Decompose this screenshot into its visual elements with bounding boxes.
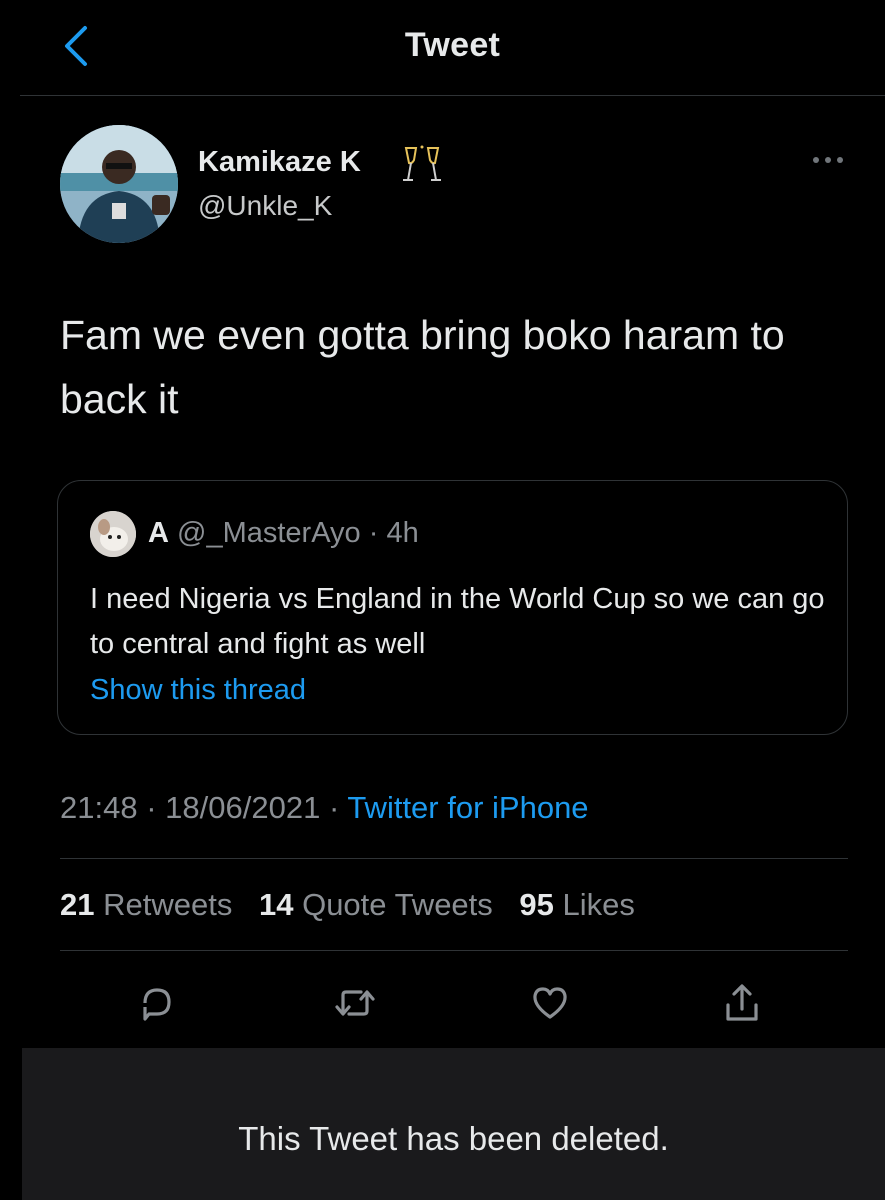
quote-header: A @_MasterAyo · 4h	[148, 517, 419, 550]
more-options-icon[interactable]	[806, 150, 850, 170]
like-icon	[533, 987, 567, 1019]
retweets-label: Retweets	[103, 887, 233, 922]
author-name[interactable]: Kamikaze K	[198, 146, 361, 179]
retweet-icon	[335, 990, 375, 1016]
avatar-photo	[60, 125, 178, 243]
page-title: Tweet	[404, 26, 501, 64]
deleted-tweet-banner: This Tweet has been deleted.	[22, 1048, 885, 1200]
tweet-source-link[interactable]: Twitter for iPhone	[347, 790, 588, 825]
divider	[60, 858, 848, 859]
meta-separator-2: ·	[328, 790, 340, 825]
show-thread-link[interactable]: Show this thread	[90, 674, 306, 707]
like-button[interactable]	[522, 975, 578, 1031]
share-icon	[726, 984, 758, 1021]
retweets-count: 21	[60, 887, 95, 922]
reply-button[interactable]	[129, 975, 185, 1031]
quote-author-name: A	[148, 517, 169, 549]
tweet-time: 21:48	[60, 790, 138, 825]
quote-author-handle: @_MasterAyo	[177, 517, 361, 549]
tweet-meta: 21:48 · 18/06/2021 · Twitter for iPhone	[60, 790, 589, 826]
quote-age: 4h	[386, 517, 419, 549]
deleted-tweet-message: This Tweet has been deleted.	[238, 1120, 669, 1157]
author-handle[interactable]: @Unkle_K	[198, 190, 332, 222]
retweets-stat[interactable]: 21 Retweets	[60, 887, 232, 922]
reply-icon	[143, 988, 171, 1021]
tweet-date: 18/06/2021	[165, 790, 321, 825]
likes-stat[interactable]: 95 Likes	[519, 887, 634, 922]
quote-tweets-stat[interactable]: 14 Quote Tweets	[259, 887, 493, 922]
meta-separator: ·	[146, 790, 157, 825]
quote-avatar-photo	[90, 511, 136, 557]
quote-author-avatar	[90, 511, 136, 557]
tweet-stats: 21 Retweets 14 Quote Tweets 95 Likes	[60, 887, 653, 923]
quote-separator: ·	[368, 517, 379, 549]
tweet-detail-screen: Tweet Kamikaze K @Unkle_K Fam we even go…	[0, 0, 885, 1200]
author-avatar[interactable]	[60, 125, 178, 243]
quote-tweets-label: Quote Tweets	[302, 887, 493, 922]
retweet-button[interactable]	[327, 975, 383, 1031]
quote-text: I need Nigeria vs England in the World C…	[90, 583, 825, 660]
top-bar: Tweet	[20, 0, 885, 96]
quoted-tweet-card[interactable]: A @_MasterAyo · 4h I need Nigeria vs Eng…	[57, 480, 848, 735]
tweet-text: Fam we even gotta bring boko haram to ba…	[60, 312, 785, 422]
divider	[60, 950, 848, 951]
clinking-glasses-icon	[403, 145, 441, 181]
quote-tweets-count: 14	[258, 887, 294, 922]
share-button[interactable]	[714, 975, 770, 1031]
likes-label: Likes	[562, 887, 635, 922]
likes-count: 95	[519, 887, 554, 922]
